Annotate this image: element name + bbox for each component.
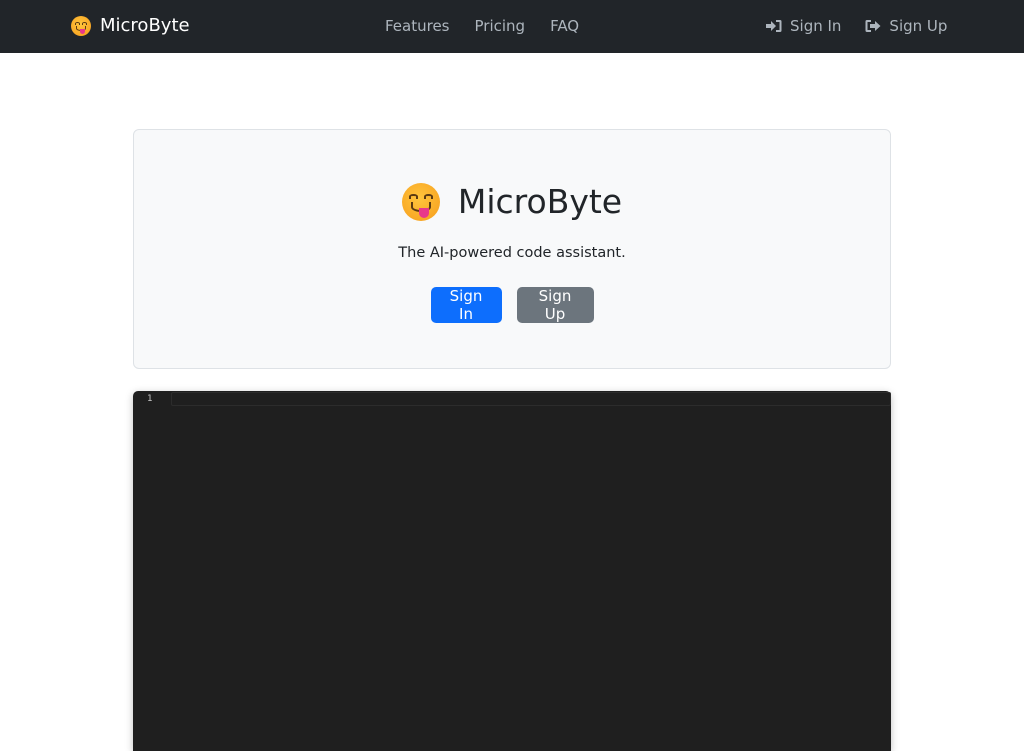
brand-name: MicroByte: [100, 15, 190, 36]
face-savoring-food-emoji-icon: [71, 15, 91, 36]
nav-sign-up-label: Sign Up: [889, 17, 948, 35]
hero-card: MicroByte The AI-powered code assistant.…: [133, 129, 891, 369]
sign-out-icon: [865, 20, 881, 32]
nav-link-pricing[interactable]: Pricing: [475, 17, 526, 35]
hero-subtitle: The AI-powered code assistant.: [398, 245, 626, 261]
active-line-highlight[interactable]: [171, 392, 891, 406]
brand-link[interactable]: MicroByte: [71, 15, 190, 36]
nav-auth-links: Sign In Sign Up: [766, 17, 947, 35]
nav-sign-up-link[interactable]: Sign Up: [865, 17, 947, 35]
line-number-gutter: 1: [133, 391, 171, 751]
nav-link-features[interactable]: Features: [385, 17, 450, 35]
hero-buttons: Sign In Sign Up: [134, 287, 890, 323]
hero-heading: MicroByte: [457, 182, 623, 221]
nav-sign-in-label: Sign In: [790, 17, 842, 35]
navbar: MicroByte Features Pricing FAQ Sign In S…: [0, 0, 1024, 53]
sign-up-button[interactable]: Sign Up: [516, 287, 594, 323]
nav-links: Features Pricing FAQ: [385, 17, 579, 35]
nav-link-faq[interactable]: FAQ: [550, 17, 579, 35]
code-editor[interactable]: 1: [133, 391, 891, 751]
line-number: 1: [147, 394, 153, 404]
sign-in-icon: [766, 20, 782, 32]
sign-in-button[interactable]: Sign In: [430, 287, 502, 323]
nav-sign-in-link[interactable]: Sign In: [766, 17, 841, 35]
hero-title: MicroByte: [134, 182, 890, 221]
face-savoring-food-emoji-icon: [401, 182, 440, 221]
